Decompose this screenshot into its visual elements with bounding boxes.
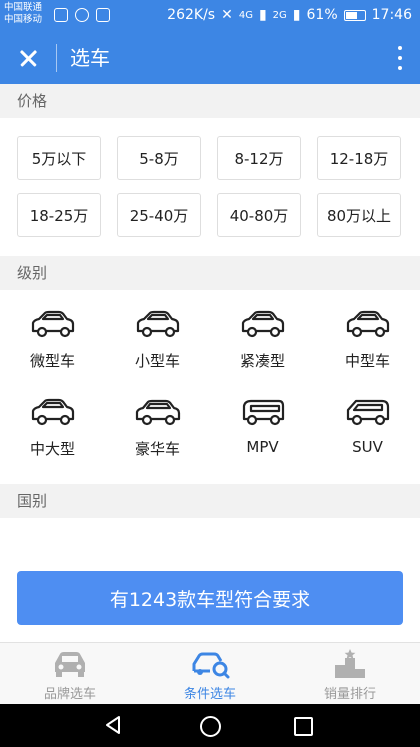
price-option-button[interactable]: 8-12万 [217,136,301,180]
status-right: 262K/s ✕ 4G ▮ 2G ▮ 61% 17:46 [167,7,412,23]
level-option[interactable]: 豪华车 [105,394,210,472]
signal-2-label: 2G [272,9,287,21]
image-icon [96,8,110,22]
tab-item[interactable]: 销量排行 [280,643,420,704]
home-icon[interactable] [200,716,221,737]
title-divider [56,44,57,72]
price-section-header: 价格 [0,84,420,118]
level-option-label: 中型车 [344,352,390,370]
luxury-car-icon [135,399,180,426]
bottom-tab-bar: 品牌选车 条件选车 销量排行 [0,642,420,704]
level-option-label: 中大型 [29,440,75,458]
price-option-button[interactable]: 25-40万 [117,193,201,237]
close-icon[interactable] [12,42,44,74]
price-option-button[interactable]: 5-8万 [117,136,201,180]
large-car-icon [31,398,74,426]
compact-car-icon [241,310,284,338]
system-nav-bar [0,704,420,747]
tab-item[interactable]: 条件选车 [140,643,280,704]
clock: 17:46 [371,7,412,23]
matching-models-button[interactable]: 有1243款车型符合要求 [17,571,403,625]
level-section-header: 级别 [0,256,420,290]
notification-app-icon [54,8,68,22]
carrier-1: 中国联通 [4,2,43,13]
price-option-button[interactable]: 18-25万 [17,193,101,237]
small-car-icon [136,310,179,338]
level-option[interactable]: 紧凑型 [210,306,315,384]
app-bar: 选车 [0,32,420,84]
level-option-label: 微型车 [29,352,75,370]
level-option[interactable]: 中型车 [315,306,420,384]
net-speed: 262K/s [167,7,216,23]
carrier-info: 中国联通 中国移动 [4,2,42,26]
tab-label: 销量排行 [323,687,376,702]
level-option-label: MPV [246,438,279,456]
battery-icon [343,9,366,21]
country-section-header: 国别 [0,484,420,518]
price-option-button[interactable]: 5万以下 [17,136,101,180]
status-bar: 中国联通 中国移动 262K/s ✕ 4G ▮ 2G ▮ 61% 17:46 [0,0,420,32]
midsize-car-icon [346,310,389,338]
level-option-label: 紧凑型 [239,352,285,370]
price-option-button[interactable]: 80万以上 [317,193,401,237]
back-icon[interactable] [104,715,124,735]
car-search-icon [192,652,230,679]
location-icon [75,8,89,22]
level-option[interactable]: SUV [315,394,420,472]
recent-apps-icon[interactable] [294,717,313,736]
mpv-icon [242,399,284,426]
level-option[interactable]: MPV [210,394,315,472]
tab-item[interactable]: 品牌选车 [0,643,140,704]
price-options: 5万以下 5-8万 8-12万 12-18万 18-25万 25-40万 40-80万 80万… [17,136,403,237]
price-option-button[interactable]: 40-80万 [217,193,301,237]
car-front-icon [55,652,85,677]
price-option-button[interactable]: 12-18万 [317,136,401,180]
vibrate-off-icon: ✕ [221,7,233,23]
level-option[interactable]: 微型车 [0,306,105,384]
level-option-label: 小型车 [134,352,180,370]
more-vertical-icon[interactable] [394,44,406,72]
carrier-2: 中国移动 [4,14,43,25]
tab-label: 条件选车 [183,687,236,702]
level-option[interactable]: 中大型 [0,394,105,472]
micro-car-icon [31,310,74,338]
level-option-label: 豪华车 [134,440,180,458]
level-option-label: SUV [352,438,383,456]
page-title: 选车 [70,46,110,70]
level-options: 微型车 小型车 紧凑型 中型车中大型 豪华车 MPV SUV [0,306,420,472]
suv-icon [346,399,389,426]
signal-1-label: 4G [238,9,253,21]
notification-icons [54,8,110,22]
ranking-podium-icon [335,649,365,678]
tab-label: 品牌选车 [43,687,96,702]
level-option[interactable]: 小型车 [105,306,210,384]
signal-bars-icon: ▮ [292,7,301,23]
battery-percent: 61% [306,7,338,23]
signal-bars-icon: ▮ [258,7,267,23]
